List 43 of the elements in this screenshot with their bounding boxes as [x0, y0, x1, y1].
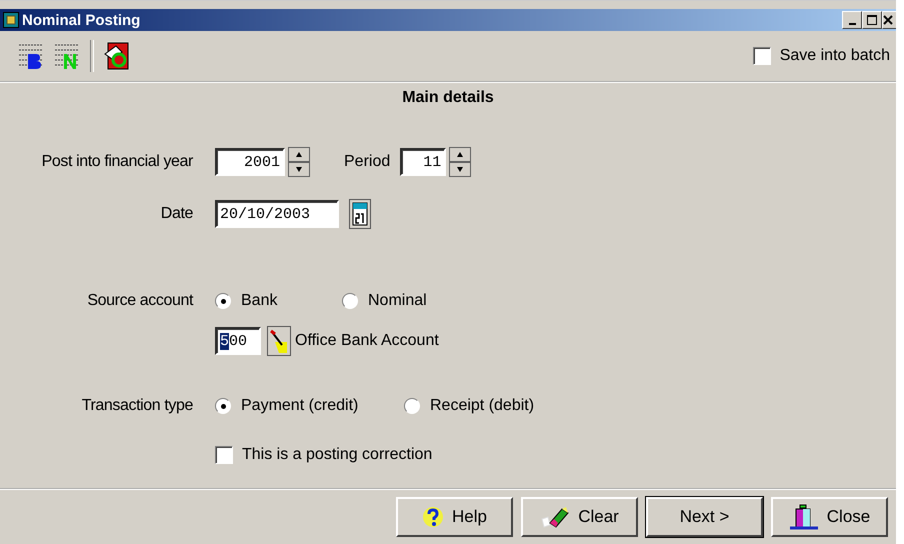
maximize-button[interactable] — [862, 11, 882, 29]
radio-button[interactable] — [215, 398, 231, 414]
clear-button[interactable]: Clear — [521, 497, 638, 537]
account-code-field[interactable]: 500 — [215, 327, 261, 355]
app-icon — [3, 12, 19, 28]
posting-correction-checkbox[interactable]: This is a posting correction — [215, 446, 432, 464]
field-label: Period — [344, 153, 390, 171]
window-title: Nominal Posting — [22, 12, 140, 28]
nominal-list-icon[interactable] — [54, 42, 80, 70]
minimize-button[interactable] — [842, 11, 862, 29]
calendar-icon[interactable] — [349, 199, 371, 229]
section-title: Main details — [401, 88, 495, 108]
next-button[interactable]: Next > — [646, 497, 763, 537]
spinner-icon[interactable] — [288, 147, 310, 177]
radio-button[interactable] — [215, 293, 231, 309]
door-icon — [788, 504, 819, 530]
refresh-icon[interactable] — [104, 42, 130, 70]
bank-list-icon[interactable] — [18, 42, 44, 70]
close-button[interactable]: Close — [771, 497, 888, 537]
lookup-button[interactable] — [267, 326, 291, 356]
help-button[interactable]: Help — [396, 497, 513, 537]
year-field[interactable]: 2001 — [215, 148, 285, 176]
radio-label[interactable]: Nominal — [368, 292, 427, 310]
radio-label[interactable]: Receipt (debit) — [430, 397, 534, 415]
minimize-icon — [848, 22, 856, 24]
spinner-icon[interactable] — [449, 147, 472, 177]
period-field[interactable]: 11 — [400, 148, 446, 176]
field-label: Date — [160, 205, 193, 223]
date-field[interactable]: 20/10/2003 — [215, 200, 339, 228]
close-button[interactable] — [882, 11, 896, 29]
maximize-icon — [867, 15, 877, 25]
field-label: Source account — [86, 292, 193, 310]
save-into-batch-checkbox[interactable]: Save into batch — [752, 47, 890, 65]
eraser-icon — [540, 505, 570, 529]
field-label: Transaction type — [80, 397, 193, 415]
radio-label[interactable]: Payment (credit) — [241, 397, 358, 415]
field-label: Post into financial year — [40, 153, 193, 171]
close-icon — [883, 15, 893, 25]
radio-button[interactable] — [342, 293, 358, 309]
radio-button[interactable] — [404, 398, 420, 414]
account-name: Office Bank Account — [295, 332, 439, 350]
question-icon — [422, 506, 444, 528]
radio-label[interactable]: Bank — [241, 292, 278, 310]
